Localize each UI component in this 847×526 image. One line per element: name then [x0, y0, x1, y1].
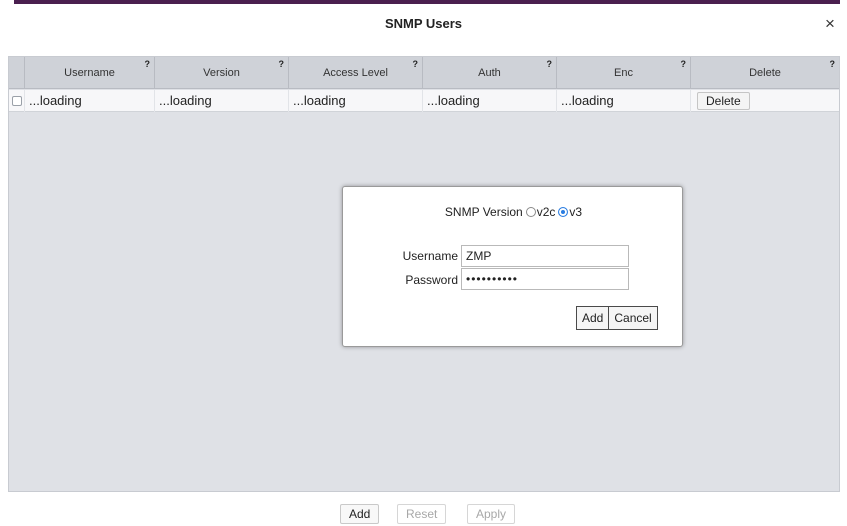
column-header-enc[interactable]: Enc ? [557, 57, 691, 89]
cell-access-level: ...loading [289, 89, 423, 112]
password-input[interactable]: •••••••••• [461, 268, 629, 290]
row-checkbox[interactable] [11, 95, 22, 106]
cell-delete: Delete [691, 90, 839, 112]
reset-button[interactable]: Reset [397, 504, 447, 524]
cell-auth: ...loading [423, 89, 557, 112]
modal-button-group: Add Cancel [576, 306, 658, 330]
column-header-label: Enc [614, 67, 633, 79]
table-row[interactable]: ...loading ...loading ...loading ...load… [9, 89, 839, 112]
snmp-version-row: SNMP Version v2c v3 [343, 205, 684, 219]
column-header-username[interactable]: Username ? [25, 57, 155, 89]
dialog-titlebar: SNMP Users × [0, 4, 847, 40]
dialog-title: SNMP Users [384, 16, 463, 31]
column-header-label: Version [203, 67, 240, 79]
cell-username: ...loading [25, 89, 155, 112]
help-icon[interactable]: ? [279, 59, 285, 69]
delete-button[interactable]: Delete [697, 91, 750, 110]
cell-version: ...loading [155, 89, 289, 112]
snmp-users-dialog: SNMP Users × Username ? Version ? Access… [0, 0, 847, 526]
column-header-label: Auth [478, 67, 501, 79]
help-icon[interactable]: ? [413, 59, 419, 69]
help-icon[interactable]: ? [830, 59, 836, 69]
radio-v2c-label[interactable]: v2c [537, 205, 556, 219]
add-user-modal: SNMP Version v2c v3 Username ZMP Passwor… [342, 186, 683, 347]
modal-cancel-button[interactable]: Cancel [609, 307, 657, 329]
modal-add-button[interactable]: Add [577, 307, 610, 329]
column-header-label: Delete [749, 67, 781, 79]
password-label: Password [405, 273, 458, 287]
cell-enc: ...loading [557, 89, 691, 112]
radio-v3-label[interactable]: v3 [569, 205, 582, 219]
help-icon[interactable]: ? [681, 59, 687, 69]
header-select-cell [9, 57, 25, 89]
username-input[interactable]: ZMP [461, 245, 629, 267]
dialog-footer: Add Reset Apply [0, 504, 847, 526]
help-icon[interactable]: ? [547, 59, 553, 69]
column-header-delete[interactable]: Delete ? [691, 57, 839, 89]
add-button[interactable]: Add [340, 504, 380, 524]
snmp-version-label: SNMP Version [444, 205, 523, 219]
username-label: Username [402, 249, 458, 263]
row-select-cell [9, 89, 25, 112]
column-header-version[interactable]: Version ? [155, 57, 289, 89]
help-icon[interactable]: ? [145, 59, 151, 69]
radio-v2c[interactable] [525, 207, 536, 217]
close-icon[interactable]: × [822, 15, 838, 32]
apply-button[interactable]: Apply [467, 504, 516, 524]
radio-v3[interactable] [558, 207, 569, 217]
column-header-label: Username [64, 67, 115, 79]
column-header-label: Access Level [323, 67, 388, 79]
grid-header: Username ? Version ? Access Level ? Auth… [9, 57, 839, 89]
column-header-auth[interactable]: Auth ? [423, 57, 557, 89]
column-header-access-level[interactable]: Access Level ? [289, 57, 423, 89]
